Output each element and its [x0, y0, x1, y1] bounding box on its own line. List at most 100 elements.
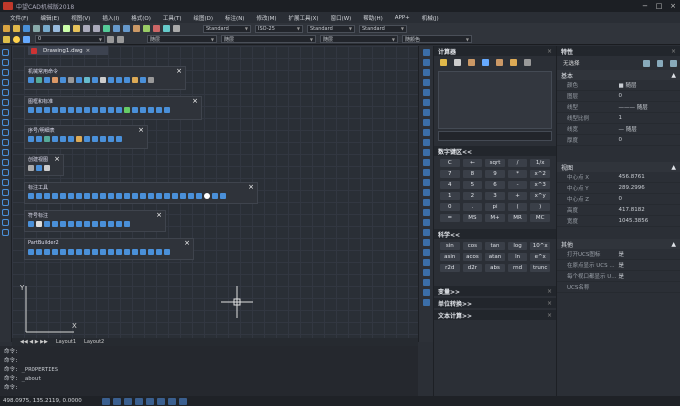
save-icon[interactable] — [23, 25, 30, 32]
key-button[interactable]: sin — [440, 242, 460, 250]
key-button[interactable]: 0 — [440, 203, 460, 211]
menu-app[interactable]: APP+ — [389, 15, 416, 21]
tool-icon[interactable] — [28, 135, 34, 142]
tool-icon[interactable] — [196, 192, 202, 199]
tool-icon[interactable] — [52, 248, 58, 255]
key-button[interactable]: e^x — [530, 253, 550, 261]
tool-icon[interactable] — [116, 248, 122, 255]
key-button[interactable]: sqrt — [485, 159, 505, 167]
key-button[interactable]: asin — [440, 253, 460, 261]
view-section-header[interactable]: 视图 ▲ — [557, 162, 680, 172]
variables-header[interactable]: 变量>> × — [434, 286, 556, 296]
tool-icon[interactable] — [156, 106, 162, 113]
key-button[interactable]: MR — [507, 214, 528, 222]
osnap-icon[interactable] — [422, 229, 430, 236]
tool-icon[interactable] — [92, 135, 98, 142]
key-button[interactable]: cos — [462, 242, 483, 250]
tool-icon[interactable] — [60, 192, 66, 199]
ellipse-arc-icon[interactable] — [2, 149, 9, 156]
zoom-icon[interactable] — [113, 25, 120, 32]
tool-icon[interactable] — [68, 106, 74, 113]
intersection-icon[interactable] — [510, 59, 517, 66]
break-icon[interactable] — [422, 159, 430, 166]
property-row[interactable]: 线宽 — 随层 — [557, 124, 680, 135]
close-tab-icon[interactable]: × — [86, 48, 91, 54]
make-block-icon[interactable] — [2, 169, 9, 176]
tool-icon[interactable] — [108, 220, 114, 227]
hatch-icon[interactable] — [2, 189, 9, 196]
print-icon[interactable] — [33, 25, 40, 32]
tool-icon[interactable] — [44, 135, 50, 142]
line-icon[interactable] — [2, 49, 9, 56]
text-calc-header[interactable]: 文本计算>> × — [434, 310, 556, 320]
property-row[interactable]: 颜色 ■ 随层 — [557, 80, 680, 91]
menu-help[interactable]: 帮助(H) — [357, 14, 388, 22]
key-button[interactable]: log — [507, 242, 528, 250]
layer-on-icon[interactable] — [13, 35, 20, 43]
tool-palette-icon[interactable] — [153, 25, 160, 32]
rotate-icon[interactable] — [422, 109, 430, 116]
close-icon[interactable]: × — [547, 288, 552, 295]
key-button[interactable]: abs — [485, 264, 505, 272]
tool-icon[interactable] — [68, 192, 74, 199]
ortho-toggle-icon[interactable] — [123, 397, 132, 405]
property-row[interactable]: 每个视口都显示 U... 是 — [557, 271, 680, 282]
key-button[interactable]: 2 — [462, 192, 483, 200]
tool-icon[interactable] — [220, 192, 226, 199]
tab-layout1[interactable]: Layout1 — [56, 339, 76, 345]
key-button[interactable]: trunc — [530, 264, 550, 272]
menu-view[interactable]: 视图(V) — [65, 14, 96, 22]
polar-toggle-icon[interactable] — [134, 397, 143, 405]
cut-icon[interactable] — [43, 25, 50, 32]
polygon-icon[interactable] — [2, 79, 9, 86]
key-button[interactable]: 4 — [440, 181, 460, 189]
tool-icon[interactable] — [36, 106, 42, 113]
property-row[interactable]: 宽度 1045.3856 — [557, 216, 680, 227]
ellipse-icon[interactable] — [2, 139, 9, 146]
tool-icon[interactable] — [36, 76, 42, 83]
scientific-header[interactable]: 科学<< — [434, 229, 556, 239]
tool-icon[interactable] — [36, 135, 42, 142]
tool-icon[interactable] — [148, 106, 154, 113]
key-button[interactable]: M+ — [485, 214, 505, 222]
tool-icon[interactable] — [132, 106, 138, 113]
maximize-icon[interactable]: □ — [652, 2, 666, 10]
document-tab[interactable]: Drawing1.dwg × — [28, 46, 108, 55]
join-icon[interactable] — [422, 169, 430, 176]
close-icon[interactable]: × — [547, 48, 552, 55]
menu-draw[interactable]: 绘图(D) — [188, 14, 220, 22]
tool-icon[interactable] — [100, 106, 106, 113]
tool-icon[interactable] — [164, 248, 170, 255]
tool-icon[interactable] — [36, 220, 42, 227]
calculator-icon[interactable] — [163, 25, 170, 32]
tool-icon[interactable] — [68, 76, 74, 83]
tool-icon[interactable] — [188, 192, 194, 199]
osnap-icon[interactable] — [422, 299, 430, 306]
tool-icon[interactable] — [124, 248, 130, 255]
pickadd-icon[interactable] — [643, 59, 650, 67]
tool-icon[interactable] — [92, 76, 98, 83]
menu-insert[interactable]: 插入(I) — [96, 14, 125, 22]
property-row[interactable]: 图层 0 — [557, 91, 680, 102]
table-icon[interactable] — [2, 219, 9, 226]
key-button[interactable]: d2r — [462, 264, 483, 272]
tool-icon[interactable] — [92, 220, 98, 227]
polyline-icon[interactable] — [2, 69, 9, 76]
menu-dimension[interactable]: 标注(N) — [219, 14, 250, 22]
tool-icon[interactable] — [36, 164, 42, 171]
tool-icon[interactable] — [116, 135, 122, 142]
key-button[interactable]: x^3 — [530, 181, 550, 189]
misc-section-header[interactable]: 其他 ▲ — [557, 239, 680, 249]
key-button[interactable]: 1/x — [530, 159, 550, 167]
key-button[interactable]: * — [507, 170, 528, 178]
key-button[interactable]: x^y — [530, 192, 550, 200]
tool-icon[interactable] — [148, 248, 154, 255]
tool-icon[interactable] — [172, 192, 178, 199]
property-row[interactable]: 中心点 Z0 — [557, 194, 680, 205]
tool-icon[interactable] — [36, 248, 42, 255]
close-icon[interactable]: × — [671, 48, 676, 55]
close-icon[interactable]: × — [138, 126, 144, 134]
tool-icon[interactable] — [140, 76, 146, 83]
tool-icon[interactable] — [84, 248, 90, 255]
property-row[interactable]: 在原点显示 UCS ... 是 — [557, 260, 680, 271]
